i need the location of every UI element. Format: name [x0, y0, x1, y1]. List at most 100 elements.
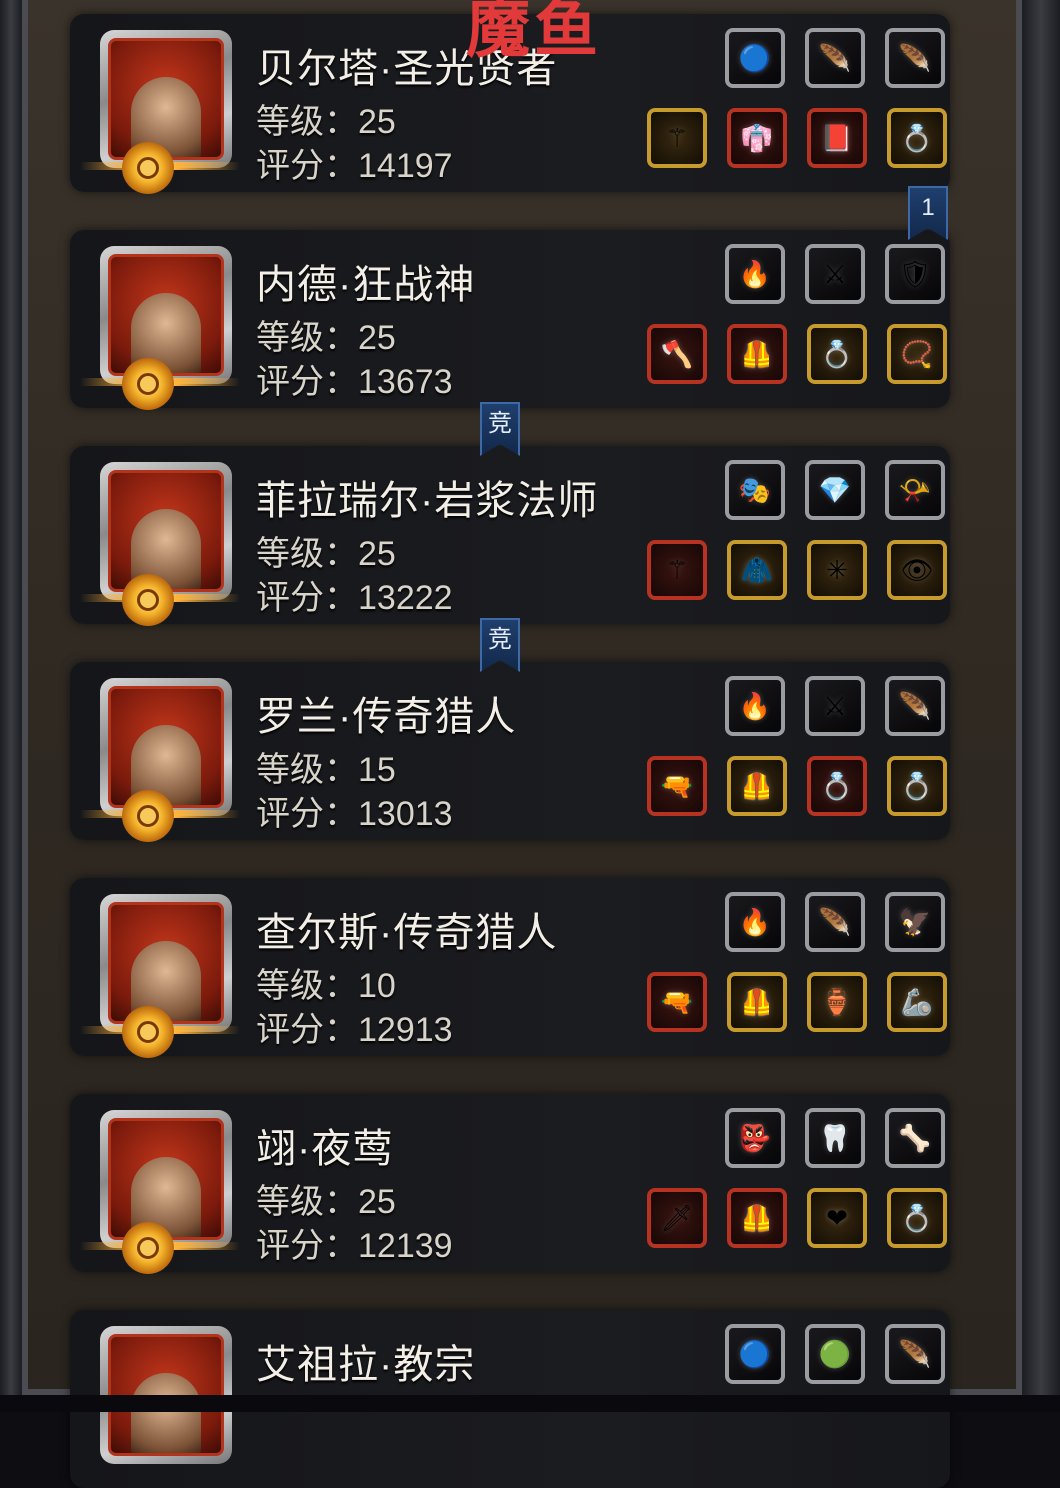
portrait-frame [108, 38, 224, 160]
hero-portrait[interactable] [100, 678, 232, 816]
claw-icon[interactable]: 🦅 [885, 892, 945, 952]
hero-score: 评分：13222 [256, 570, 453, 619]
eye-amulet-icon[interactable]: 👁 [887, 540, 947, 600]
purple-gem-icon[interactable]: 💎 [805, 460, 865, 520]
silver-ring-glyph: 💍 [900, 771, 934, 801]
green-stone-icon[interactable]: 🟢 [805, 1324, 865, 1384]
bone-glyph: 🦴 [898, 1123, 932, 1153]
hero-portrait[interactable] [100, 246, 232, 384]
tome-icon[interactable]: 📕 [807, 108, 867, 168]
heart-necklace-glyph: ❤ [826, 1203, 848, 1233]
score-label: 评分： [256, 147, 358, 185]
hero-card[interactable]: 查尔斯·传奇猎人 等级：10 评分：12913 🔥 🪶 🦅 🔫 🦺 🏺 🦾 [70, 878, 950, 1058]
blue-orb-glyph: 🔵 [738, 43, 772, 73]
crossed-swords-emblem-glyph: ⚔ [823, 259, 847, 289]
plate-armor-glyph: 🦺 [740, 771, 774, 801]
hero-name: 翊·夜莺 [256, 1127, 394, 1171]
hero-portrait[interactable] [100, 462, 232, 600]
portrait-frame [108, 470, 224, 592]
rifle-glyph: 🔫 [660, 771, 694, 801]
right-frame-ornament [1022, 0, 1060, 1412]
green-mask-icon[interactable]: 👺 [725, 1108, 785, 1168]
green-crystal-icon[interactable]: ✳ [807, 540, 867, 600]
dagger-icon[interactable]: 🗡 [647, 1188, 707, 1248]
score-label: 评分： [256, 363, 358, 401]
shield-crest-icon[interactable]: 🛡 [885, 244, 945, 304]
hero-score: 评分：14197 [256, 138, 453, 187]
amulet-glyph: 📿 [900, 339, 934, 369]
hero-score: 评分：13673 [256, 354, 453, 403]
amulet-icon[interactable]: 📿 [887, 324, 947, 384]
eye-amulet-glyph: 👁 [900, 555, 934, 585]
fire-rune-icon[interactable]: 🔥 [725, 892, 785, 952]
hero-level: 等级：15 [256, 742, 396, 791]
level-value: 10 [358, 967, 396, 1005]
purple-armor-icon[interactable]: 🦺 [727, 972, 787, 1032]
purple-ring-icon[interactable]: 💍 [887, 108, 947, 168]
hero-portrait[interactable] [100, 30, 232, 168]
rifle-icon[interactable]: 🔫 [647, 756, 707, 816]
battle-axe-icon[interactable]: 🪓 [647, 324, 707, 384]
green-armor-icon[interactable]: 🦺 [727, 324, 787, 384]
fire-rune-icon[interactable]: 🔥 [725, 676, 785, 736]
gold-ring-icon[interactable]: 💍 [807, 324, 867, 384]
level-label: 等级： [256, 967, 358, 1005]
staff-icon[interactable]: ⚚ [647, 108, 707, 168]
dark-feather-glyph: 🪶 [818, 907, 852, 937]
horn-glyph: 📯 [898, 475, 932, 505]
bone-icon[interactable]: 🦴 [885, 1108, 945, 1168]
hero-card[interactable]: 翊·夜莺 等级：25 评分：12139 👺 🦷 🦴 🗡 🦺 ❤ 💍 [70, 1094, 950, 1274]
hero-card[interactable]: 内德·狂战神 等级：25 评分：13673 🔥 ⚔ 🛡 🪓 🦺 💍 📿 [70, 230, 950, 410]
dark-staff-icon[interactable]: ⚚ [647, 540, 707, 600]
star-rank-emblem-icon [122, 574, 174, 626]
dark-staff-glyph: ⚚ [665, 555, 689, 585]
blue-ring-icon[interactable]: 💍 [807, 756, 867, 816]
crossed-swords-emblem-icon[interactable]: ⚔ [805, 244, 865, 304]
hero-score: 评分：13013 [256, 786, 453, 835]
violet-ring-icon[interactable]: 💍 [887, 1188, 947, 1248]
score-value: 14197 [358, 147, 453, 185]
green-crystal-glyph: ✳ [826, 555, 848, 585]
white-tusk-icon[interactable]: 🦷 [805, 1108, 865, 1168]
purple-chest-armor-glyph: 🦺 [740, 1203, 774, 1233]
star-rank-emblem-icon [122, 358, 174, 410]
fire-rune-icon[interactable]: 🔥 [725, 244, 785, 304]
hero-level: 等级：25 [256, 526, 396, 575]
horn-icon[interactable]: 📯 [885, 460, 945, 520]
level-value: 25 [358, 103, 396, 141]
hero-card[interactable]: 菲拉瑞尔·岩浆法师 等级：25 评分：13222 🎭 💎 📯 ⚚ 🧥 ✳ 👁 [70, 446, 950, 626]
plate-armor-icon[interactable]: 🦺 [727, 756, 787, 816]
bracer-icon[interactable]: 🦾 [887, 972, 947, 1032]
pistol-icon[interactable]: 🔫 [647, 972, 707, 1032]
bracer-glyph: 🦾 [900, 987, 934, 1017]
pistol-glyph: 🔫 [660, 987, 694, 1017]
hero-portrait[interactable] [100, 894, 232, 1032]
blue-orb-icon[interactable]: 🔵 [725, 1324, 785, 1384]
dark-feather-icon[interactable]: 🪶 [805, 892, 865, 952]
crossed-swords-emblem-icon[interactable]: ⚔ [805, 676, 865, 736]
silver-ring-icon[interactable]: 💍 [887, 756, 947, 816]
white-wing-icon[interactable]: 🪶 [805, 28, 865, 88]
white-wing-icon[interactable]: 🪶 [885, 28, 945, 88]
hero-portrait[interactable] [100, 1110, 232, 1248]
star-rank-emblem-icon [122, 1222, 174, 1274]
bronze-relic-icon[interactable]: 🏺 [807, 972, 867, 1032]
dark-feather-icon[interactable]: 🪶 [885, 1324, 945, 1384]
heart-necklace-icon[interactable]: ❤ [807, 1188, 867, 1248]
dark-feather-icon[interactable]: 🪶 [885, 676, 945, 736]
robe-icon[interactable]: 👘 [727, 108, 787, 168]
golden-mask-icon[interactable]: 🎭 [725, 460, 785, 520]
green-stone-glyph: 🟢 [818, 1339, 852, 1369]
blue-orb-icon[interactable]: 🔵 [725, 28, 785, 88]
bottom-edge [0, 1395, 1060, 1412]
cloak-icon[interactable]: 🧥 [727, 540, 787, 600]
hero-level: 等级：25 [256, 94, 396, 143]
level-label: 等级： [256, 1183, 358, 1221]
hero-card[interactable]: 罗兰·传奇猎人 等级：15 评分：13013 🔥 ⚔ 🪶 🔫 🦺 💍 💍 [70, 662, 950, 842]
hero-name: 罗兰·传奇猎人 [256, 695, 517, 739]
battle-axe-glyph: 🪓 [660, 339, 694, 369]
purple-chest-armor-icon[interactable]: 🦺 [727, 1188, 787, 1248]
hero-score: 评分：12913 [256, 1002, 453, 1051]
left-frame-ornament [0, 0, 22, 1412]
dagger-glyph: 🗡 [660, 1203, 694, 1233]
